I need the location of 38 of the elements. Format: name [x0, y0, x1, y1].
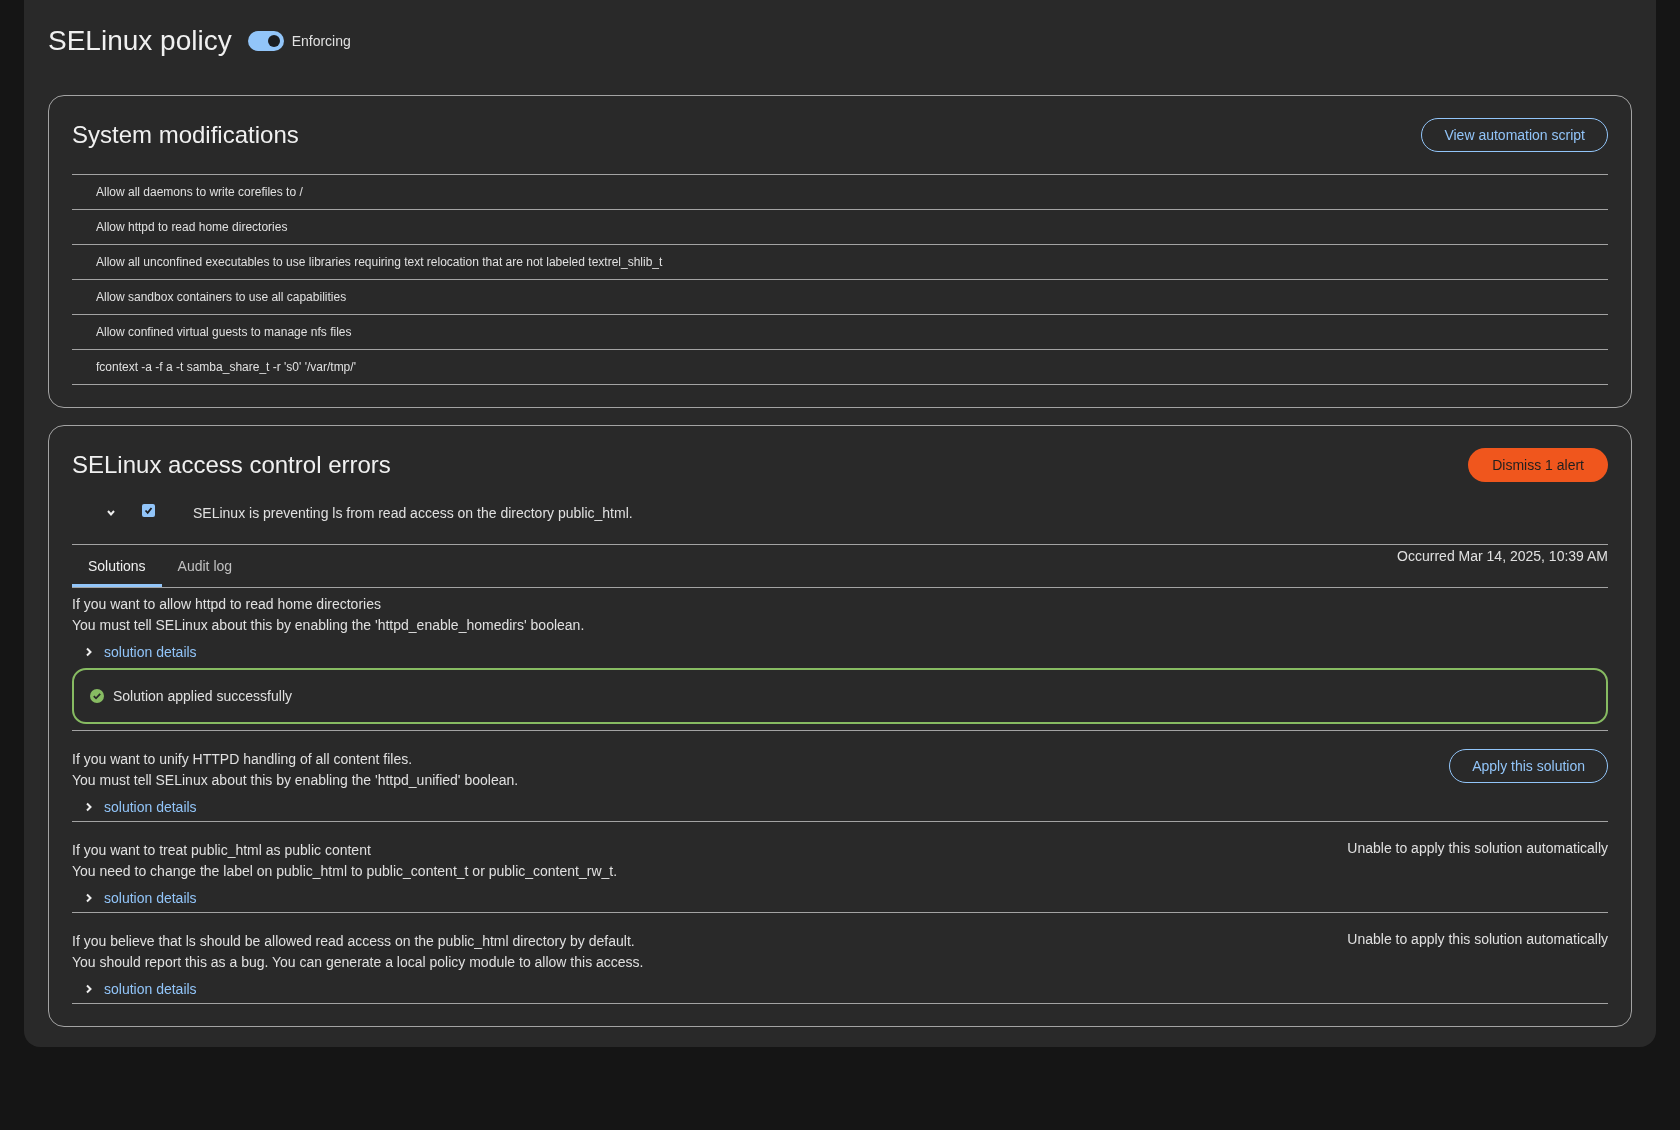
card-title: System modifications	[72, 121, 299, 149]
page-title: SELinux policy	[48, 25, 232, 57]
unable-note: Unable to apply this solution automatically	[1347, 840, 1608, 856]
card-title: SELinux access control errors	[72, 451, 391, 479]
solution-details-link[interactable]: solution details	[84, 799, 1608, 815]
unable-note: Unable to apply this solution automatically	[1347, 931, 1608, 947]
modification-row: fcontext -a -f a -t samba_share_t -r 's0' '/var/tmp/'	[72, 350, 1608, 385]
tab[interactable]: Audit log	[161, 545, 249, 587]
solution-description: You need to change the label on public_html to public_content_t or public_content_rw_t.	[72, 862, 618, 881]
solution-description: You should report this as a bug. You can generate a local policy module to allow this access.	[72, 953, 644, 972]
dismiss-button[interactable]: Dismiss 1 alert	[1468, 448, 1608, 482]
modification-row: Allow confined virtual guests to manage nfs files	[72, 315, 1608, 350]
chevron-down-icon[interactable]	[106, 508, 116, 518]
solution-title: If you want to unify HTTPD handling of all content files.	[72, 750, 414, 769]
solution-description: You must tell SELinux about this by enabling the 'httpd_enable_homedirs' boolean.	[72, 616, 585, 635]
solution-description: You must tell SELinux about this by enabling the 'httpd_unified' boolean.	[72, 771, 519, 790]
solution-details-link[interactable]: solution details	[84, 644, 1608, 660]
chevron-right-icon[interactable]	[84, 893, 94, 903]
alert-message: SELinux is preventing ls from read access on the directory public_html.	[193, 505, 633, 521]
success-message: Solution applied successfully	[113, 688, 292, 704]
solution-details-link[interactable]: solution details	[84, 890, 1608, 906]
solution-title: If you want to treat public_html as public content	[72, 841, 372, 860]
tab[interactable]: Solutions	[72, 545, 162, 587]
checkbox[interactable]	[142, 503, 155, 517]
check-circle-icon	[90, 689, 104, 703]
solution-details-link[interactable]: solution details	[84, 981, 1608, 997]
solution-title: If you believe that ls should be allowed read access on the public_html directory by default.	[72, 932, 636, 951]
enforcing-switch[interactable]	[247, 31, 284, 51]
modification-row: Allow httpd to read home directories	[72, 210, 1608, 245]
occurred-time: Occurred Mar 14, 2025, 10:39 AM	[1397, 547, 1608, 566]
modification-row: Allow all unconfined executables to use libraries requiring text relocation that are not labeled textrel_shlib_t	[72, 245, 1608, 280]
chevron-right-icon[interactable]	[84, 802, 94, 812]
switch-label: Enforcing	[291, 33, 351, 49]
modification-row: Allow all daemons to write corefiles to /	[72, 175, 1608, 210]
solution-title: If you want to allow httpd to read home directories	[72, 595, 382, 614]
modification-row: Allow sandbox containers to use all capabilities	[72, 280, 1608, 315]
chevron-right-icon[interactable]	[84, 647, 94, 657]
chevron-right-icon[interactable]	[84, 984, 94, 994]
